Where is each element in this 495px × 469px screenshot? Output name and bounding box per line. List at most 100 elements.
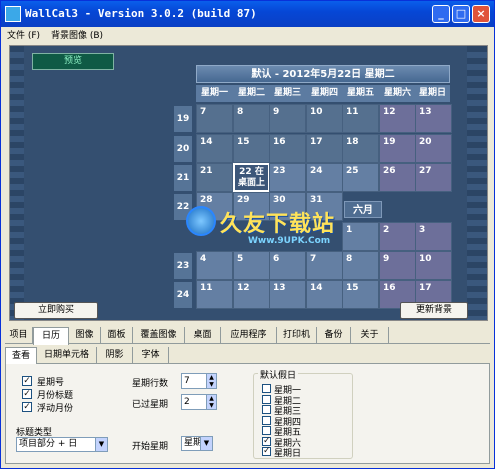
holiday-checkbox[interactable]: [262, 405, 271, 414]
preview-right-edge: [467, 46, 487, 320]
tab-9[interactable]: 关于: [351, 327, 389, 344]
tab-6[interactable]: 应用程序: [221, 327, 277, 344]
chevron-down-icon: ▼: [200, 437, 212, 450]
default-holidays-legend: 默认假日: [258, 368, 299, 381]
calendar-title: 默认 - 2012年5月22日 星期二: [196, 65, 450, 83]
day-cell[interactable]: 13: [269, 280, 306, 309]
day-cell[interactable]: 8: [233, 104, 270, 133]
day-cell[interactable]: 10: [415, 251, 452, 280]
spin-arrows-icon[interactable]: ▲ ▼: [206, 395, 216, 409]
day-cell[interactable]: 26: [379, 163, 416, 192]
tab-5[interactable]: 桌面: [185, 327, 221, 344]
minimize-button[interactable]: _: [432, 5, 450, 23]
day-cell[interactable]: 11: [196, 280, 233, 309]
title-type-value: 项目部分 + 日: [19, 439, 78, 449]
day-cell[interactable]: 18: [342, 134, 379, 163]
holiday-checkbox[interactable]: [262, 394, 271, 404]
window-title: WallCal3 - Version 3.0.2 (build 87): [25, 7, 257, 20]
day-cell[interactable]: 12: [233, 280, 270, 309]
checkbox[interactable]: ✓: [22, 402, 32, 412]
tab-2[interactable]: 图像: [69, 327, 101, 344]
day-cell[interactable]: 15: [342, 280, 379, 309]
start-week-label: 开始星期: [132, 442, 169, 452]
day-cell[interactable]: 21: [196, 163, 233, 192]
weekday-header: 星期四: [306, 85, 343, 102]
holiday-checkbox[interactable]: ✓: [262, 436, 271, 446]
start-week-select[interactable]: 星期 ▼: [181, 436, 213, 451]
day-cell[interactable]: 7: [306, 251, 343, 280]
maximize-button[interactable]: □: [452, 5, 470, 23]
preview-left-edge: [10, 46, 24, 320]
week-rows-label: 星期行数: [132, 379, 169, 389]
buy-now-button[interactable]: 立即购买: [14, 302, 98, 319]
title-type-select[interactable]: 项目部分 + 日 ▼: [16, 437, 108, 452]
day-cell[interactable]: 9: [379, 251, 416, 280]
day-cell[interactable]: 27: [415, 163, 452, 192]
day-cell[interactable]: 10: [306, 104, 343, 133]
update-background-button[interactable]: 更新背景: [400, 302, 468, 319]
day-cell[interactable]: 20: [415, 134, 452, 163]
week-number: 19: [174, 106, 192, 132]
day-cell[interactable]: 17: [306, 134, 343, 163]
day-cell[interactable]: 4: [196, 251, 233, 280]
holiday-checkbox[interactable]: [262, 426, 271, 435]
past-weeks-value: 2: [184, 397, 190, 407]
day-cell[interactable]: 14: [306, 280, 343, 309]
day-cell[interactable]: 15: [233, 134, 270, 163]
weekday-header: 星期六: [379, 85, 416, 102]
subtab-3[interactable]: 字体: [133, 347, 169, 364]
tab-7[interactable]: 打印机: [277, 327, 317, 344]
app-window: WallCal3 - Version 3.0.2 (build 87) _ □ …: [0, 0, 495, 469]
june-month-label: 六月: [344, 201, 382, 218]
checkbox[interactable]: ✓: [22, 376, 32, 386]
title-bar[interactable]: WallCal3 - Version 3.0.2 (build 87) _ □ …: [1, 1, 494, 27]
close-button[interactable]: ×: [472, 5, 490, 23]
tab-1[interactable]: 日历: [33, 327, 69, 345]
day-cell[interactable]: 8: [342, 251, 379, 280]
day-cell[interactable]: 23: [269, 163, 306, 192]
day-cell[interactable]: 13: [415, 104, 452, 133]
day-cell[interactable]: 12: [379, 104, 416, 133]
day-cell[interactable]: 7: [196, 104, 233, 133]
subtab-2[interactable]: 阴影: [97, 347, 133, 364]
holiday-checkbox[interactable]: [262, 384, 271, 393]
menu-background-image[interactable]: 背景图像 (B): [51, 28, 103, 41]
day-cell[interactable]: 6: [269, 251, 306, 280]
day-cell[interactable]: 9: [269, 104, 306, 133]
subtab-0[interactable]: 查看: [5, 347, 37, 365]
day-cell[interactable]: 16: [269, 134, 306, 163]
day-cell[interactable]: 3: [415, 222, 452, 251]
view-settings-panel: ✓ 星期号 ✓ 月份标题 ✓ 浮动月份 标题类型 项目部分 + 日 ▼ 星期行数 7 ▲ ▼…: [5, 364, 490, 464]
menu-bar: 文件 (F) 背景图像 (B): [1, 27, 494, 43]
chevron-down-icon: ▼: [95, 438, 107, 451]
subtab-1[interactable]: 日期单元格: [37, 347, 97, 364]
spin-arrows-icon[interactable]: ▲ ▼: [206, 374, 216, 388]
day-cell[interactable]: 2: [379, 222, 416, 251]
checkbox-label: 星期号: [37, 378, 65, 388]
day-cell[interactable]: 11: [342, 104, 379, 133]
week-number: 20: [174, 136, 192, 162]
holiday-checkbox[interactable]: [262, 415, 271, 425]
checkbox-label: 月份标题: [37, 391, 74, 401]
tab-8[interactable]: 备份: [317, 327, 351, 344]
tab-3[interactable]: 面板: [101, 327, 133, 344]
day-cell[interactable]: 25: [342, 163, 379, 192]
checkbox-label: 浮动月份: [37, 404, 74, 414]
day-cell[interactable]: 5: [233, 251, 270, 280]
holiday-checkbox[interactable]: ✓: [262, 447, 271, 456]
tab-4[interactable]: 覆盖图像: [133, 327, 185, 344]
weekday-header: 星期五: [342, 85, 379, 102]
week-rows-spinner[interactable]: 7 ▲ ▼: [181, 373, 217, 389]
tab-0[interactable]: 项目: [5, 327, 33, 344]
day-cell[interactable]: 24: [306, 163, 343, 192]
menu-file[interactable]: 文件 (F): [7, 28, 40, 41]
week-number: 23: [174, 253, 192, 279]
past-weeks-spinner[interactable]: 2 ▲ ▼: [181, 394, 217, 410]
checkbox[interactable]: ✓: [22, 389, 32, 399]
today-cell[interactable]: 22 在 桌面上: [233, 163, 270, 192]
sub-tab-strip: 查看 日期单元格 阴影 字体: [5, 347, 490, 365]
day-cell[interactable]: 14: [196, 134, 233, 163]
watermark-logo-icon: [186, 206, 216, 236]
day-cell[interactable]: 1: [342, 222, 379, 251]
day-cell[interactable]: 19: [379, 134, 416, 163]
